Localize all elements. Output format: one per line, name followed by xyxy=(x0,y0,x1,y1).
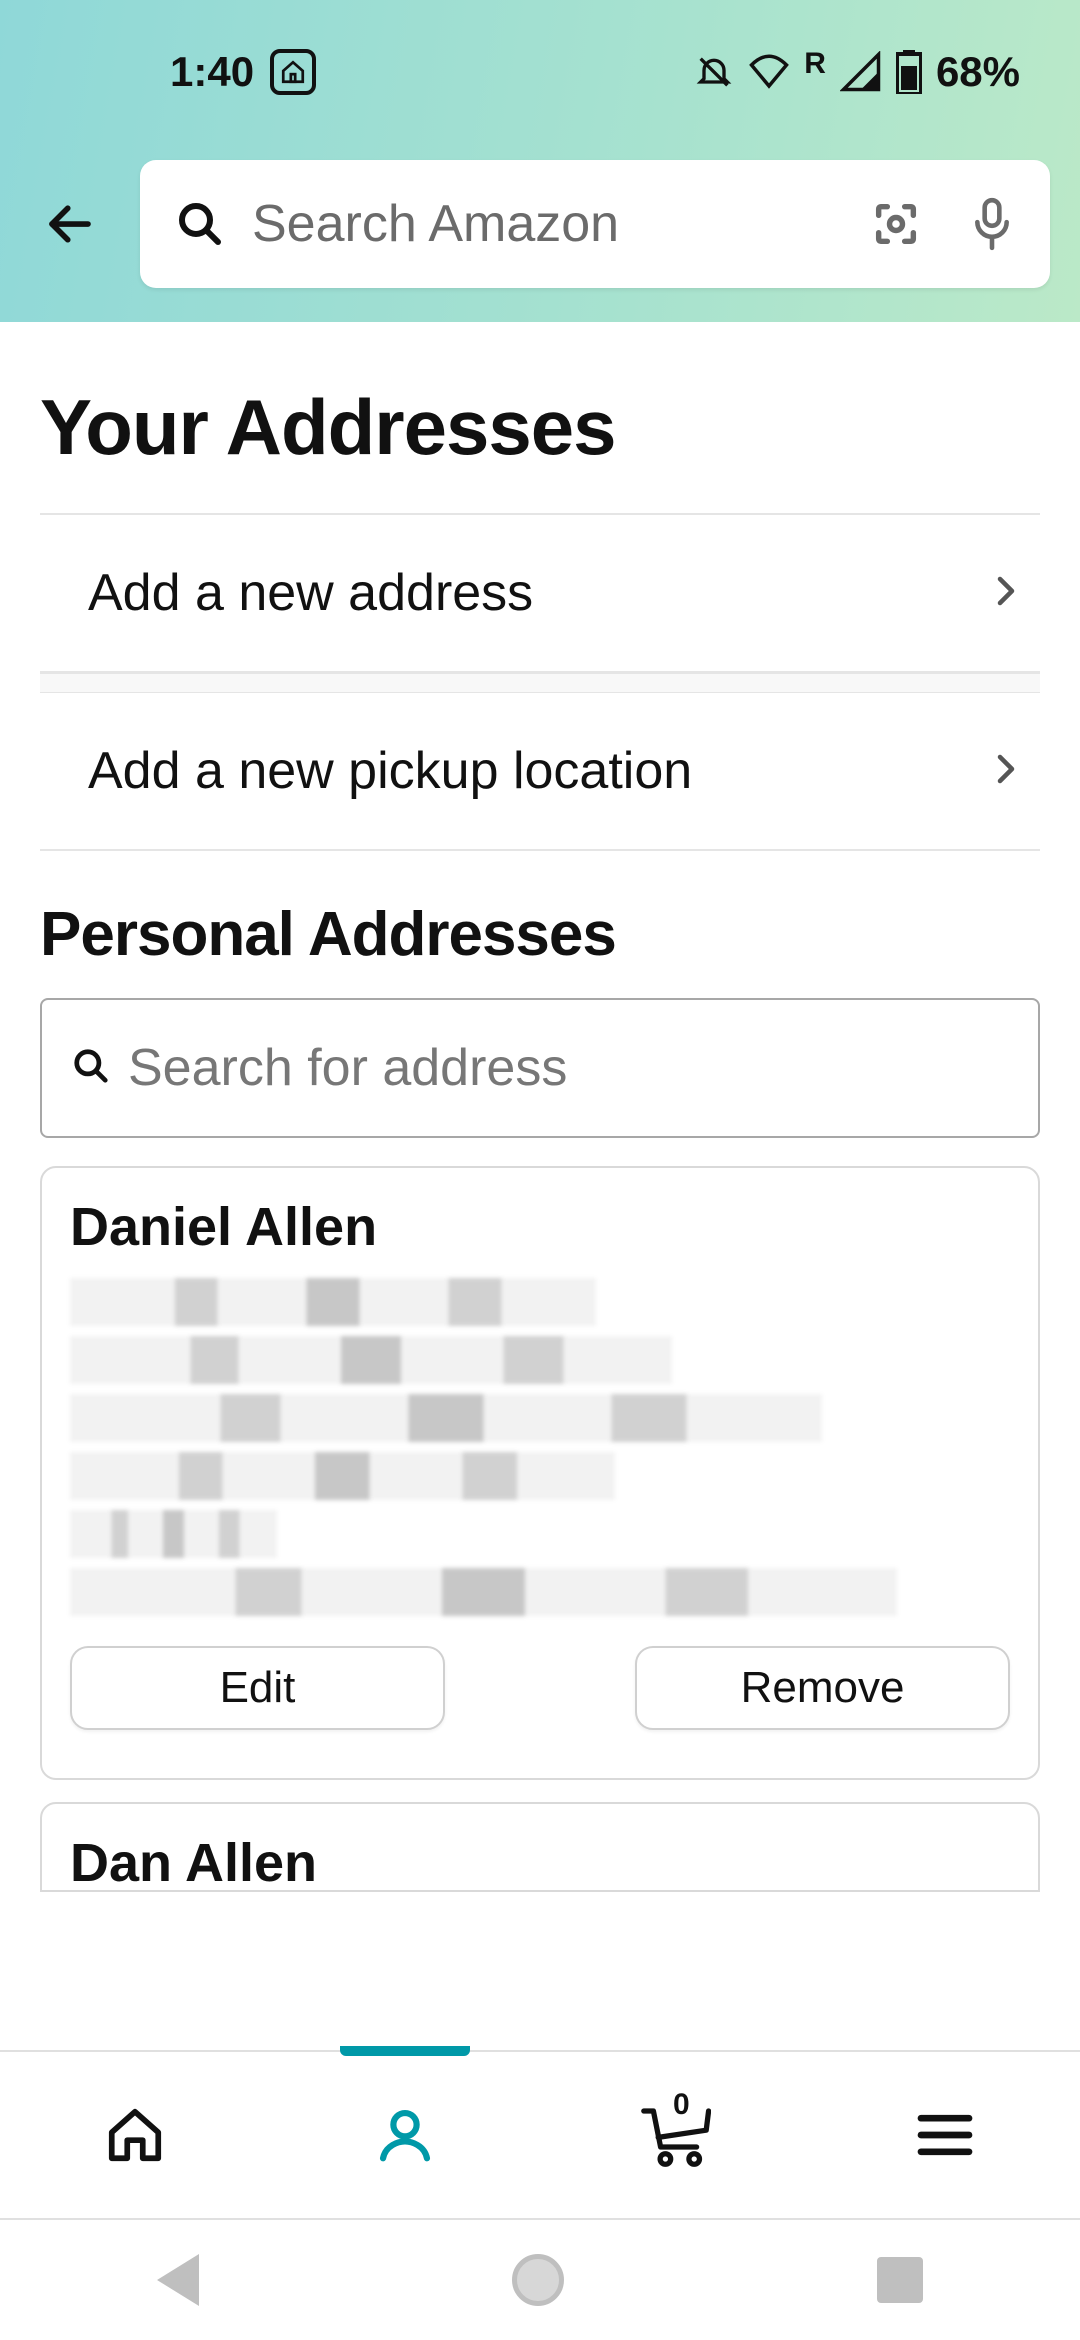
status-time: 1:40 xyxy=(170,48,254,96)
cart-count-badge: 0 xyxy=(673,2088,690,2122)
system-back-button[interactable] xyxy=(157,2254,199,2306)
address-line-redacted xyxy=(70,1510,277,1558)
battery-icon xyxy=(896,50,922,94)
system-recents-button[interactable] xyxy=(877,2257,923,2303)
address-name: Dan Allen xyxy=(70,1832,1010,1892)
dnd-off-icon xyxy=(694,52,734,92)
address-line-redacted xyxy=(70,1452,615,1500)
microphone-icon[interactable] xyxy=(970,196,1014,252)
search-icon xyxy=(72,1047,110,1090)
address-search-placeholder: Search for address xyxy=(128,1038,567,1098)
address-search-input[interactable]: Search for address xyxy=(40,998,1040,1138)
app-header-gradient: 1:40 R 68% xyxy=(0,0,1080,322)
nav-profile[interactable] xyxy=(270,2052,540,2218)
selected-indicator xyxy=(340,2046,470,2056)
section-title: Personal Addresses xyxy=(40,899,1040,970)
address-line-redacted xyxy=(70,1336,672,1384)
signal-icon xyxy=(840,51,882,93)
camera-scan-icon[interactable] xyxy=(870,198,922,250)
address-line-redacted xyxy=(70,1278,596,1326)
nav-home[interactable] xyxy=(0,2052,270,2218)
nav-cart[interactable]: 0 xyxy=(540,2052,810,2218)
add-new-address-label: Add a new address xyxy=(88,563,533,623)
status-bar: 1:40 R 68% xyxy=(0,0,1080,96)
add-new-address-row[interactable]: Add a new address xyxy=(40,515,1040,671)
remove-button[interactable]: Remove xyxy=(635,1646,1010,1730)
add-new-pickup-row[interactable]: Add a new pickup location xyxy=(40,693,1040,849)
bottom-nav: 0 xyxy=(0,2050,1080,2220)
address-card: Dan Allen xyxy=(40,1802,1040,1892)
home-badge-icon xyxy=(270,49,316,95)
status-right: R 68% xyxy=(694,48,1020,96)
divider xyxy=(40,849,1040,851)
system-home-button[interactable] xyxy=(512,2254,564,2306)
add-new-pickup-label: Add a new pickup location xyxy=(88,741,692,801)
status-left: 1:40 xyxy=(170,48,316,96)
nav-menu[interactable] xyxy=(810,2052,1080,2218)
search-placeholder: Search Amazon xyxy=(252,194,842,254)
wifi-icon xyxy=(748,51,790,93)
address-name: Daniel Allen xyxy=(70,1196,1010,1258)
address-line-redacted xyxy=(70,1394,822,1442)
section-gap xyxy=(40,673,1040,693)
signal-roaming-icon: R xyxy=(804,47,826,81)
main-content: Your Addresses Add a new address Add a n… xyxy=(0,382,1080,1892)
battery-percent: 68% xyxy=(936,48,1020,96)
system-nav-bar xyxy=(0,2220,1080,2340)
address-line-redacted xyxy=(70,1568,897,1616)
back-button[interactable] xyxy=(30,184,110,264)
search-amazon-input[interactable]: Search Amazon xyxy=(140,160,1050,288)
header-row: Search Amazon xyxy=(0,160,1080,288)
page-title: Your Addresses xyxy=(40,382,1040,473)
chevron-right-icon xyxy=(988,751,1024,792)
search-icon xyxy=(176,200,224,248)
address-card: Daniel Allen Edit Remove xyxy=(40,1166,1040,1780)
card-button-row: Edit Remove xyxy=(70,1646,1010,1730)
chevron-right-icon xyxy=(988,573,1024,614)
edit-button[interactable]: Edit xyxy=(70,1646,445,1730)
